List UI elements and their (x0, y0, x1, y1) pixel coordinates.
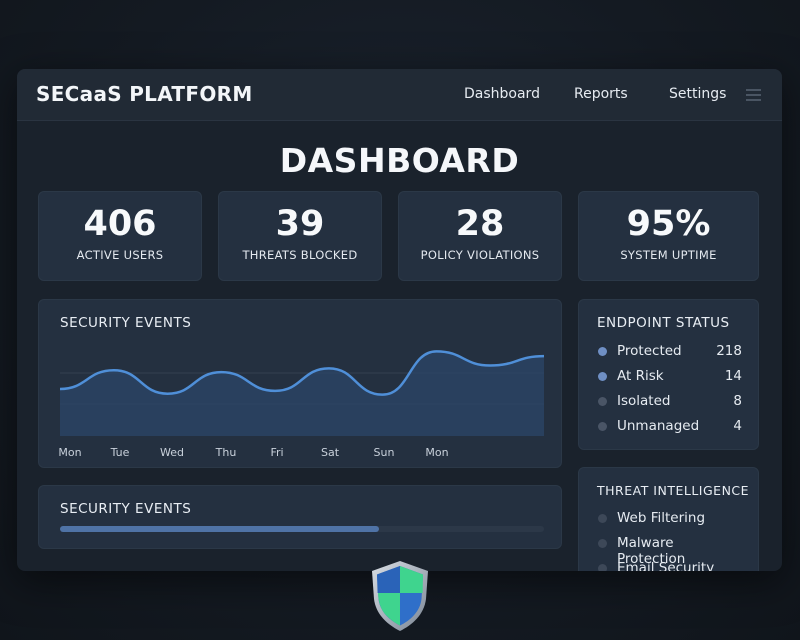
chart-x-tick-label: Sun (374, 446, 395, 459)
security-events-bar-card: SECURITY EVENTS (38, 485, 562, 549)
endpoint-row-unmanaged: Unmanaged 4 (597, 418, 742, 436)
app-window: SECaaS PLATFORM Dashboard Reports Settin… (17, 69, 782, 571)
stat-value: 406 (83, 204, 157, 244)
endpoint-row-isolated: Isolated 8 (597, 393, 742, 411)
status-dot-icon (598, 564, 607, 571)
intel-row-malware-protection[interactable]: Malware Protection (597, 535, 742, 567)
stat-value: 39 (275, 204, 325, 244)
security-events-chart: Mon Tue Wed Thu Fri Sat Sun Mon (58, 350, 545, 459)
main-nav: Dashboard Reports Settings (17, 69, 782, 121)
intel-label: Email Security (617, 560, 715, 571)
page-title: DASHBOARD (279, 141, 520, 180)
stat-value: 95% (626, 204, 711, 244)
stat-card-system-uptime: 95% SYSTEM UPTIME (578, 191, 759, 281)
chart-x-tick-label: Wed (160, 446, 184, 459)
stat-label: POLICY VIOLATIONS (420, 248, 540, 262)
endpoint-status-title: ENDPOINT STATUS (597, 315, 730, 331)
intel-row-web-filtering[interactable]: Web Filtering (597, 510, 742, 528)
endpoint-label: Protected (617, 343, 682, 359)
nav-settings[interactable]: Settings (669, 86, 726, 102)
endpoint-label: Unmanaged (617, 418, 700, 434)
chart-x-tick-label: Sat (321, 446, 340, 459)
intel-label: Web Filtering (617, 510, 706, 526)
stat-label: THREATS BLOCKED (242, 248, 358, 262)
hamburger-menu-icon[interactable] (746, 89, 761, 101)
bar-card-title: SECURITY EVENTS (60, 501, 192, 517)
stat-card-policy-violations: 28 POLICY VIOLATIONS (398, 191, 562, 281)
status-dot-icon (598, 422, 607, 431)
chart-x-tick-label: Fri (270, 446, 283, 459)
nav-reports[interactable]: Reports (574, 86, 628, 102)
status-dot-icon (598, 539, 607, 548)
endpoint-row-protected: Protected 218 (597, 343, 742, 361)
endpoint-label: At Risk (617, 368, 664, 384)
chart-area-fill (60, 351, 544, 436)
endpoint-status-card: ENDPOINT STATUS Protected 218 At Risk 14… (578, 299, 759, 450)
chart-x-tick-label: Mon (58, 446, 81, 459)
status-dot-icon (598, 347, 607, 356)
threat-intelligence-title: THREAT INTELLIGENCE (597, 483, 750, 498)
security-events-chart-card: SECURITY EVENTS Mon Tue Wed Thu Fri Sat Sun Mon (38, 299, 562, 468)
security-events-progress-track (60, 526, 544, 532)
endpoint-count: 4 (733, 418, 742, 434)
stat-card-active-users: 406 ACTIVE USERS (38, 191, 202, 281)
endpoint-row-at-risk: At Risk 14 (597, 368, 742, 386)
threat-intelligence-card: THREAT INTELLIGENCE Web Filtering Malwar… (578, 467, 759, 571)
status-dot-icon (598, 372, 607, 381)
stat-value: 28 (455, 204, 505, 244)
status-dot-icon (598, 514, 607, 523)
security-events-progress-fill (60, 526, 380, 532)
endpoint-count: 14 (724, 368, 742, 384)
endpoint-label: Isolated (617, 393, 671, 409)
endpoint-count: 8 (733, 393, 742, 409)
stat-label: SYSTEM UPTIME (620, 248, 717, 262)
status-dot-icon (598, 397, 607, 406)
nav-dashboard[interactable]: Dashboard (464, 86, 540, 102)
endpoint-count: 218 (716, 343, 742, 359)
top-bar: SECaaS PLATFORM Dashboard Reports Settin… (17, 69, 782, 121)
chart-x-tick-label: Thu (215, 446, 237, 459)
stat-label: ACTIVE USERS (76, 248, 164, 262)
intel-row-email-security[interactable]: Email Security (597, 560, 742, 571)
shield-logo-icon (372, 561, 428, 631)
chart-x-tick-label: Mon (425, 446, 448, 459)
chart-x-tick-label: Tue (110, 446, 130, 459)
stat-card-threats-blocked: 39 THREATS BLOCKED (218, 191, 382, 281)
